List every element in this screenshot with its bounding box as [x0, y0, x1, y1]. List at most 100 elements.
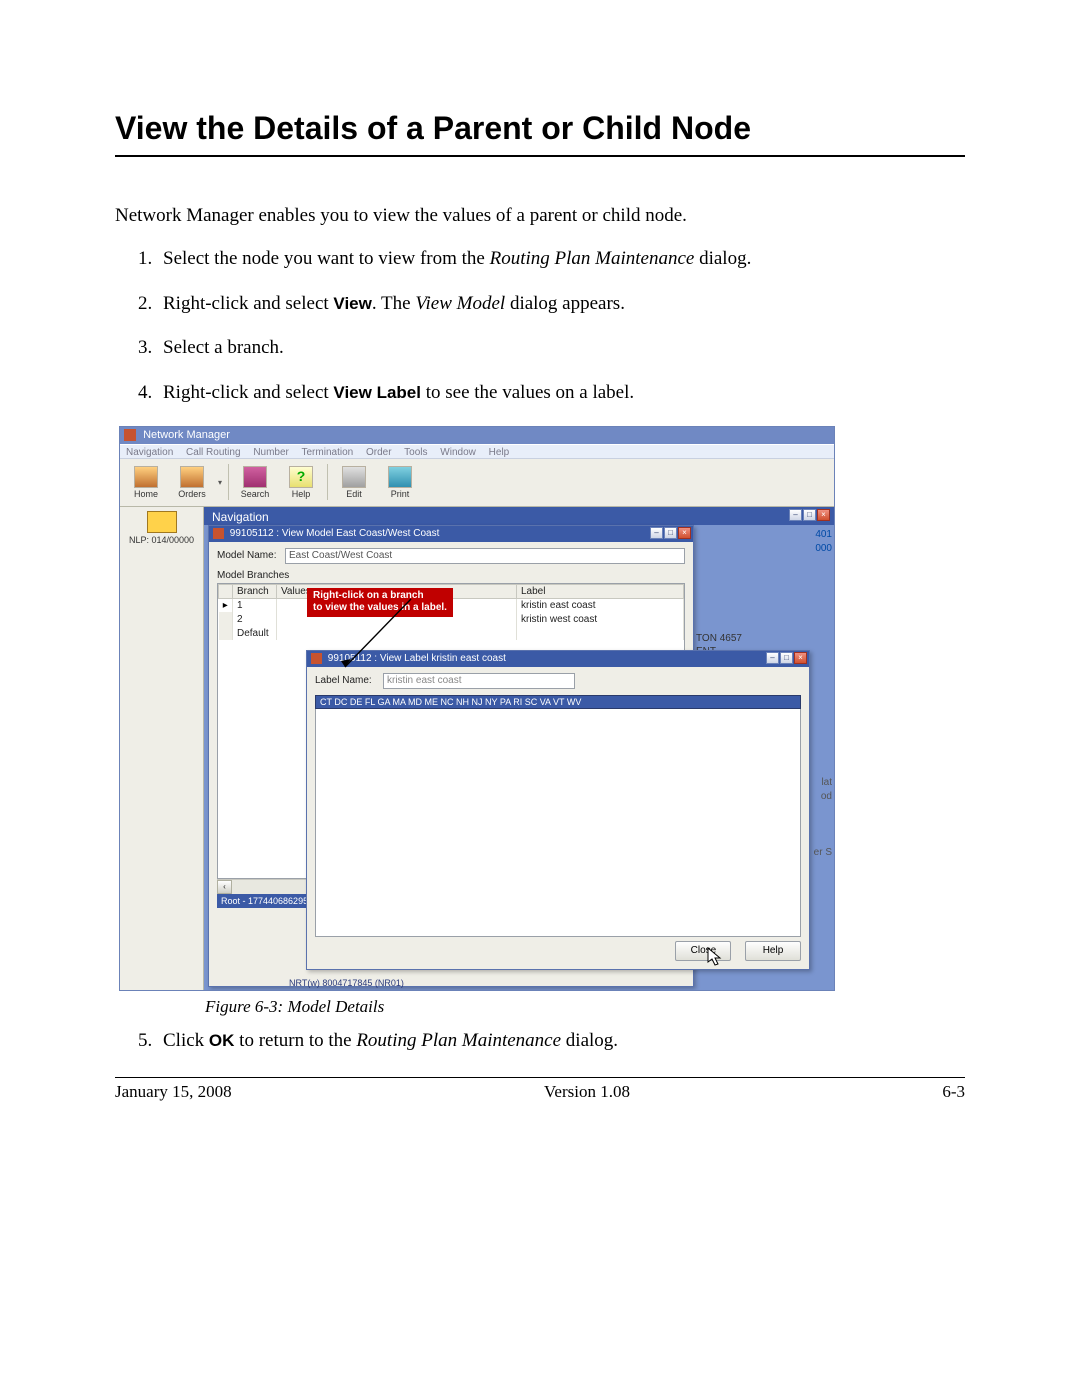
toolbar-label: Orders [178, 489, 206, 499]
minimize-button[interactable]: – [789, 509, 802, 521]
print-icon [388, 466, 412, 488]
cell-branch: 2 [233, 612, 277, 626]
text: Click [163, 1030, 209, 1051]
menu-window[interactable]: Window [440, 447, 476, 458]
cell-label: kristin west coast [517, 612, 684, 626]
window-icon [213, 528, 224, 539]
text: Right-click and select [163, 382, 333, 403]
minimize-button[interactable]: – [650, 527, 663, 539]
background-text: 000 [815, 543, 832, 554]
toolbar-edit[interactable]: Edit [334, 466, 374, 499]
menu-number[interactable]: Number [253, 447, 289, 458]
app-title: Network Manager [143, 429, 230, 441]
home-icon [134, 466, 158, 488]
toolbar-orders[interactable]: Orders [172, 466, 212, 499]
view-label-title: 99105112 : View Label kristin east coast [328, 653, 506, 664]
toolbar-search[interactable]: Search [235, 466, 275, 499]
dialog-buttons: Close Help [307, 937, 809, 967]
label-name-label: Label Name: [315, 675, 377, 686]
orders-icon [180, 466, 204, 488]
callout-tooltip: Right-click on a branch to view the valu… [307, 588, 453, 617]
toolbar-help[interactable]: ?Help [281, 466, 321, 499]
close-dialog-button[interactable]: Close [675, 941, 731, 961]
toolbar-home[interactable]: Home [126, 466, 166, 499]
menu-call-routing[interactable]: Call Routing [186, 447, 240, 458]
sidebar-icon[interactable] [147, 511, 177, 533]
menu-order[interactable]: Order [366, 447, 392, 458]
app-icon [124, 429, 136, 441]
label-values-selected[interactable]: CT DC DE FL GA MA MD ME NC NH NJ NY PA R… [315, 695, 801, 709]
menu-termination[interactable]: Termination [302, 447, 354, 458]
col-branch[interactable]: Branch [233, 584, 277, 598]
close-button[interactable]: × [794, 652, 807, 664]
toolbar-separator [327, 464, 328, 500]
cell-label: kristin east coast [517, 598, 684, 612]
toolbar: Home Orders ▾ Search ?Help Edit Print [120, 459, 834, 507]
close-button[interactable]: × [817, 509, 830, 521]
toolbar-separator [228, 464, 229, 500]
text-bold: View Label [333, 383, 421, 402]
footer-rule [115, 1077, 965, 1078]
model-name-label: Model Name: [217, 550, 279, 561]
text: to see the values on a label. [421, 382, 634, 403]
text: Right-click and select [163, 293, 333, 314]
view-label-titlebar[interactable]: 99105112 : View Label kristin east coast… [307, 651, 809, 667]
maximize-button[interactable]: □ [803, 509, 816, 521]
text: Select the node you want to view from th… [163, 248, 490, 269]
cursor-icon [707, 947, 723, 967]
text-italic: Routing Plan Maintenance [490, 248, 695, 269]
row-selector-icon: ▸ [219, 598, 233, 612]
callout-line: to view the values in a label. [313, 602, 447, 615]
view-label-window: 99105112 : View Label kristin east coast… [306, 650, 810, 970]
sidebar: NLP: 014/00000 [120, 507, 204, 990]
app-titlebar: Network Manager [120, 427, 834, 444]
step-5: Click OK to return to the Routing Plan M… [157, 1029, 965, 1054]
cell-branch: Default [233, 626, 277, 640]
background-text: 401 [815, 529, 832, 540]
menu-navigation[interactable]: Navigation [126, 447, 173, 458]
menu-help[interactable]: Help [489, 447, 510, 458]
minimize-button[interactable]: – [766, 652, 779, 664]
text-italic: View Model [415, 293, 505, 314]
steps-list: Select the node you want to view from th… [115, 247, 965, 406]
footer-page: 6-3 [942, 1082, 965, 1102]
intro-paragraph: Network Manager enables you to view the … [115, 205, 965, 227]
text-bold: View [333, 294, 371, 313]
figure-caption: Figure 6-3: Model Details [205, 997, 965, 1017]
view-model-titlebar[interactable]: 99105112 : View Model East Coast/West Co… [209, 526, 693, 542]
navigation-header: Navigation [204, 507, 834, 525]
figure: Network Manager Navigation Call Routing … [115, 426, 965, 1017]
label-name-input[interactable] [383, 673, 575, 689]
search-icon [243, 466, 267, 488]
text: dialog appears. [505, 293, 625, 314]
toolbar-label: Help [292, 489, 311, 499]
table-row[interactable]: Default [219, 626, 684, 640]
scroll-left-button[interactable]: ‹ [217, 880, 232, 894]
mdi-area: Navigation 401 000 lat od er S – □ × [204, 507, 834, 990]
step-3: Select a branch. [157, 336, 965, 361]
toolbar-print[interactable]: Print [380, 466, 420, 499]
step-1: Select the node you want to view from th… [157, 247, 965, 272]
close-button[interactable]: × [678, 527, 691, 539]
text: dialog. [694, 248, 751, 269]
model-branches-label: Model Branches [217, 570, 685, 581]
col-label[interactable]: Label [517, 584, 684, 598]
help-dialog-button[interactable]: Help [745, 941, 801, 961]
steps-list-cont: Click OK to return to the Routing Plan M… [115, 1029, 965, 1054]
maximize-button[interactable]: □ [780, 652, 793, 664]
background-text: TON 4657 [696, 633, 742, 644]
page-title: View the Details of a Parent or Child No… [115, 110, 965, 147]
toolbar-label: Home [134, 489, 158, 499]
menubar[interactable]: Navigation Call Routing Number Terminati… [120, 444, 834, 459]
toolbar-dropdown-arrow[interactable]: ▾ [218, 478, 222, 487]
cell-branch: 1 [233, 598, 277, 612]
maximize-button[interactable]: □ [664, 527, 677, 539]
view-model-title: 99105112 : View Model East Coast/West Co… [230, 528, 440, 539]
footer-date: January 15, 2008 [115, 1082, 232, 1102]
window-icon [311, 653, 322, 664]
model-name-input[interactable] [285, 548, 685, 564]
menu-tools[interactable]: Tools [404, 447, 427, 458]
toolbar-label: Search [241, 489, 270, 499]
partial-tree-text: NRT(w) 8004717845 (NR01) [289, 978, 404, 988]
footer-version: Version 1.08 [544, 1082, 630, 1102]
